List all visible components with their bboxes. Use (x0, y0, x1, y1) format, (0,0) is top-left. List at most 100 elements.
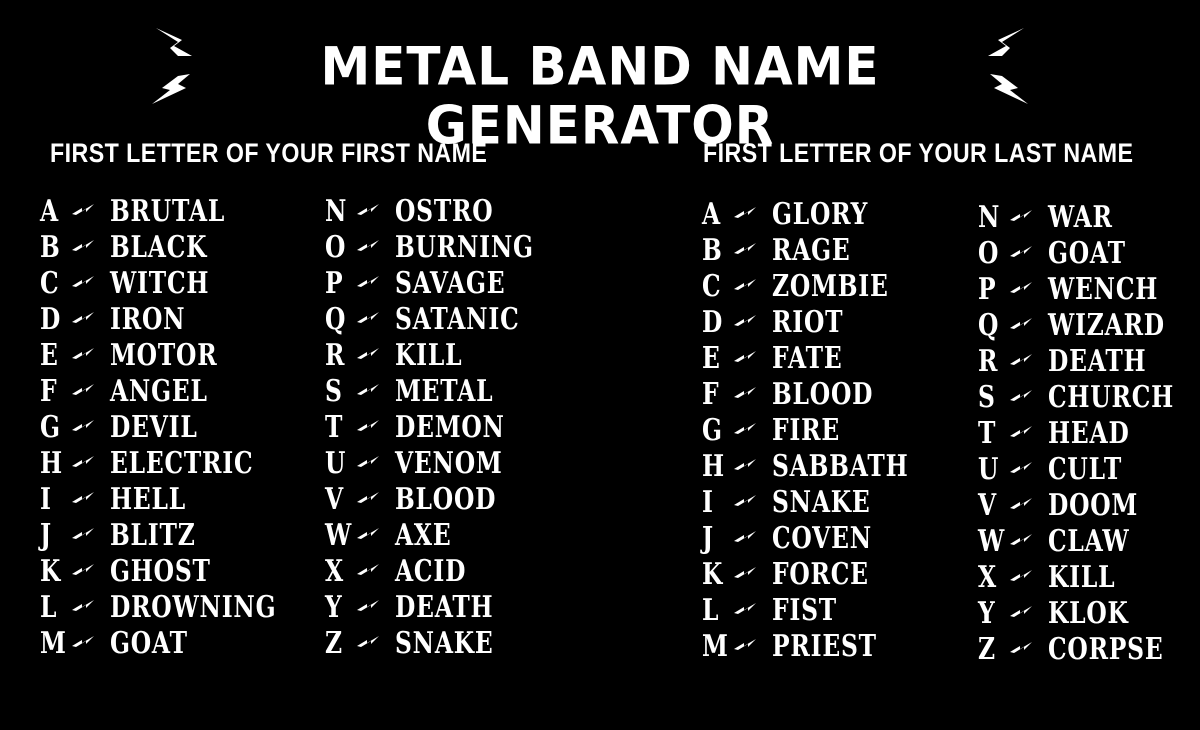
lightning-arrow-icon (72, 597, 110, 617)
band-word: VENOM (395, 445, 503, 481)
lightning-arrow-icon (1010, 495, 1048, 515)
band-word: CORPSE (1048, 631, 1164, 667)
letter: A (702, 196, 721, 232)
band-word: BRUTAL (110, 193, 226, 229)
lightning-arrow-icon (357, 417, 395, 437)
letter-mapping-row: T HEAD (978, 415, 1200, 451)
lightning-arrow-icon (734, 600, 772, 620)
letter: H (702, 448, 725, 484)
band-word: GOAT (1048, 235, 1126, 271)
lightning-arrow-icon (357, 381, 395, 401)
band-word: GOAT (110, 625, 188, 661)
letter-mapping-row: K GHOST (40, 553, 323, 589)
letter: E (40, 337, 58, 373)
letter: Q (978, 307, 999, 343)
letter: N (325, 193, 347, 229)
band-word: CLAW (1048, 523, 1130, 559)
letter-mapping-row: R DEATH (978, 343, 1200, 379)
letter-mapping-row: L FIST (702, 592, 947, 628)
letter: Z (325, 625, 343, 661)
letter: T (978, 415, 996, 451)
band-word: RAGE (772, 232, 851, 268)
lightning-arrow-icon (734, 240, 772, 260)
band-word: DOOM (1048, 487, 1139, 523)
letter: S (325, 373, 342, 409)
letter: K (702, 556, 723, 592)
band-word: RIOT (772, 304, 844, 340)
band-word: METAL (395, 373, 494, 409)
band-word: IRON (110, 301, 186, 337)
band-word: BLITZ (110, 517, 196, 553)
letter-mapping-row: G DEVIL (40, 409, 323, 445)
band-word: FATE (772, 340, 843, 376)
letter-mapping-row: Q SATANIC (325, 301, 573, 337)
letter-mapping-row: Y DEATH (325, 589, 573, 625)
band-word: WENCH (1048, 271, 1159, 307)
band-word: FIRE (772, 412, 840, 448)
lightning-arrow-icon (357, 273, 395, 293)
letter-mapping-row: S METAL (325, 373, 573, 409)
letter: C (40, 265, 59, 301)
lightning-arrow-icon (357, 489, 395, 509)
lightning-arrow-icon (734, 312, 772, 332)
band-word: DEVIL (110, 409, 198, 445)
lightning-arrow-icon (72, 633, 110, 653)
band-word: AXE (395, 517, 452, 553)
band-word: BLOOD (772, 376, 874, 412)
letter-mapping-row: D IRON (40, 301, 323, 337)
last-name-column-n-z: N WAR O GOAT P WENCH Q WIZARD R DEATH S (978, 199, 1200, 667)
lightning-arrow-icon (734, 276, 772, 296)
letter: J (702, 520, 714, 556)
letter: H (40, 445, 63, 481)
band-word: DEATH (1048, 343, 1147, 379)
letter: C (702, 268, 721, 304)
letter: E (702, 340, 720, 376)
lightning-arrow-icon (734, 420, 772, 440)
letter-mapping-row: P SAVAGE (325, 265, 573, 301)
lightning-arrow-icon (357, 345, 395, 365)
lightning-arrow-icon (734, 564, 772, 584)
letter: T (325, 409, 343, 445)
lightning-arrow-icon (734, 204, 772, 224)
letter-mapping-row: F ANGEL (40, 373, 323, 409)
band-word: KILL (395, 337, 463, 373)
letter-mapping-row: Z SNAKE (325, 625, 573, 661)
band-word: HEAD (1048, 415, 1130, 451)
letter: Q (325, 301, 346, 337)
letter-mapping-row: D RIOT (702, 304, 947, 340)
lightning-arrow-icon (357, 633, 395, 653)
lightning-arrow-icon (1010, 243, 1048, 263)
band-word: WIZARD (1048, 307, 1165, 343)
lightning-arrow-icon (734, 528, 772, 548)
letter: D (40, 301, 61, 337)
header: METAL BAND NAME GENERATOR (0, 22, 1200, 155)
band-word: SATANIC (395, 301, 520, 337)
letter: V (978, 487, 997, 523)
letter: G (40, 409, 60, 445)
band-word: SAVAGE (395, 265, 506, 301)
letter-mapping-row: U CULT (978, 451, 1200, 487)
band-word: OSTRO (395, 193, 494, 229)
letter: M (702, 628, 728, 664)
letter: X (325, 553, 344, 589)
letter: Y (325, 589, 342, 625)
letter-mapping-row: W CLAW (978, 523, 1200, 559)
letter: Z (978, 631, 996, 667)
letter: P (325, 265, 343, 301)
letter-mapping-row: I SNAKE (702, 484, 947, 520)
band-word: BLACK (110, 229, 208, 265)
letter-mapping-row: T DEMON (325, 409, 573, 445)
band-word: ELECTRIC (110, 445, 254, 481)
lightning-arrow-icon (734, 636, 772, 656)
lightning-arrow-icon (1010, 567, 1048, 587)
letter: P (978, 271, 996, 307)
lightning-bolt-icon (148, 26, 208, 106)
letter-mapping-row: M GOAT (40, 625, 323, 661)
first-name-column-a-m: A BRUTAL B BLACK C WITCH D IRON E MOTOR … (40, 193, 323, 661)
letter-mapping-row: Q WIZARD (978, 307, 1200, 343)
band-word: SNAKE (772, 484, 871, 520)
last-name-column-a-m: A GLORY B RAGE C ZOMBIE D RIOT E FATE F (702, 196, 947, 664)
letter: W (978, 523, 1005, 559)
letter: L (40, 589, 57, 625)
band-word: GHOST (110, 553, 211, 589)
